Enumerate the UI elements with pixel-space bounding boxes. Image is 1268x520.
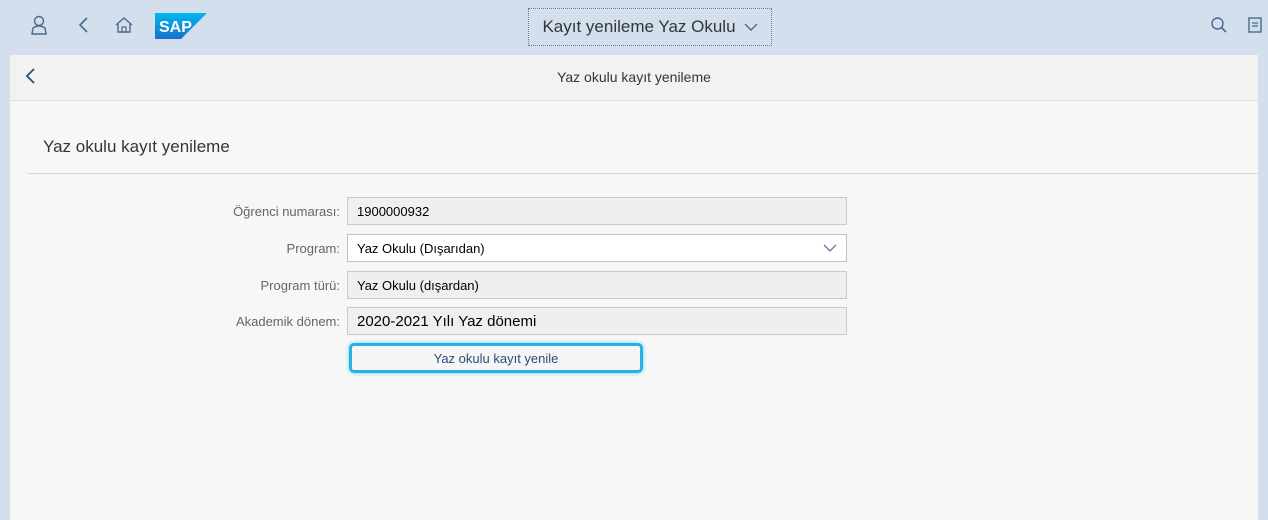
academic-term-label: Akademik dönem: <box>235 314 340 329</box>
back-icon[interactable] <box>70 12 96 38</box>
divider <box>27 173 1258 174</box>
notifications-icon[interactable] <box>1242 12 1268 38</box>
app-title-menu[interactable]: Kayıt yenileme Yaz Okulu <box>528 8 772 46</box>
chevron-down-icon <box>823 241 837 256</box>
shell-bar: SAP Kayıt yenileme Yaz Okulu <box>0 0 1268 56</box>
sub-header: Yaz okulu kayıt yenileme <box>10 55 1258 101</box>
renew-registration-button[interactable]: Yaz okulu kayıt yenile <box>349 343 643 373</box>
search-icon[interactable] <box>1206 12 1232 38</box>
user-icon[interactable] <box>26 12 52 38</box>
program-type-field: Yaz Okulu (dışardan) <box>347 271 847 299</box>
program-select[interactable]: Yaz Okulu (Dışarıdan) <box>347 234 847 262</box>
program-label: Program: <box>286 241 340 256</box>
main-content: Yaz okulu kayıt yenileme Öğrenci numaras… <box>10 101 1258 520</box>
program-select-value: Yaz Okulu (Dışarıdan) <box>357 240 485 256</box>
sap-logo[interactable]: SAP <box>155 13 207 39</box>
right-edge <box>1258 55 1268 520</box>
left-edge <box>0 55 10 520</box>
chevron-down-icon <box>744 17 758 37</box>
sap-logo-text: SAP <box>159 19 192 36</box>
academic-term-field: 2020-2021 Yılı Yaz dönemi <box>347 307 847 335</box>
page-title: Yaz okulu kayıt yenileme <box>43 137 230 156</box>
student-number-label: Öğrenci numarası: <box>233 204 340 219</box>
sub-header-title: Yaz okulu kayıt yenileme <box>557 69 711 85</box>
app-title: Kayıt yenileme Yaz Okulu <box>542 17 736 36</box>
student-number-field: 1900000932 <box>347 197 847 225</box>
program-type-label: Program türü: <box>260 278 340 293</box>
home-icon[interactable] <box>111 12 137 38</box>
